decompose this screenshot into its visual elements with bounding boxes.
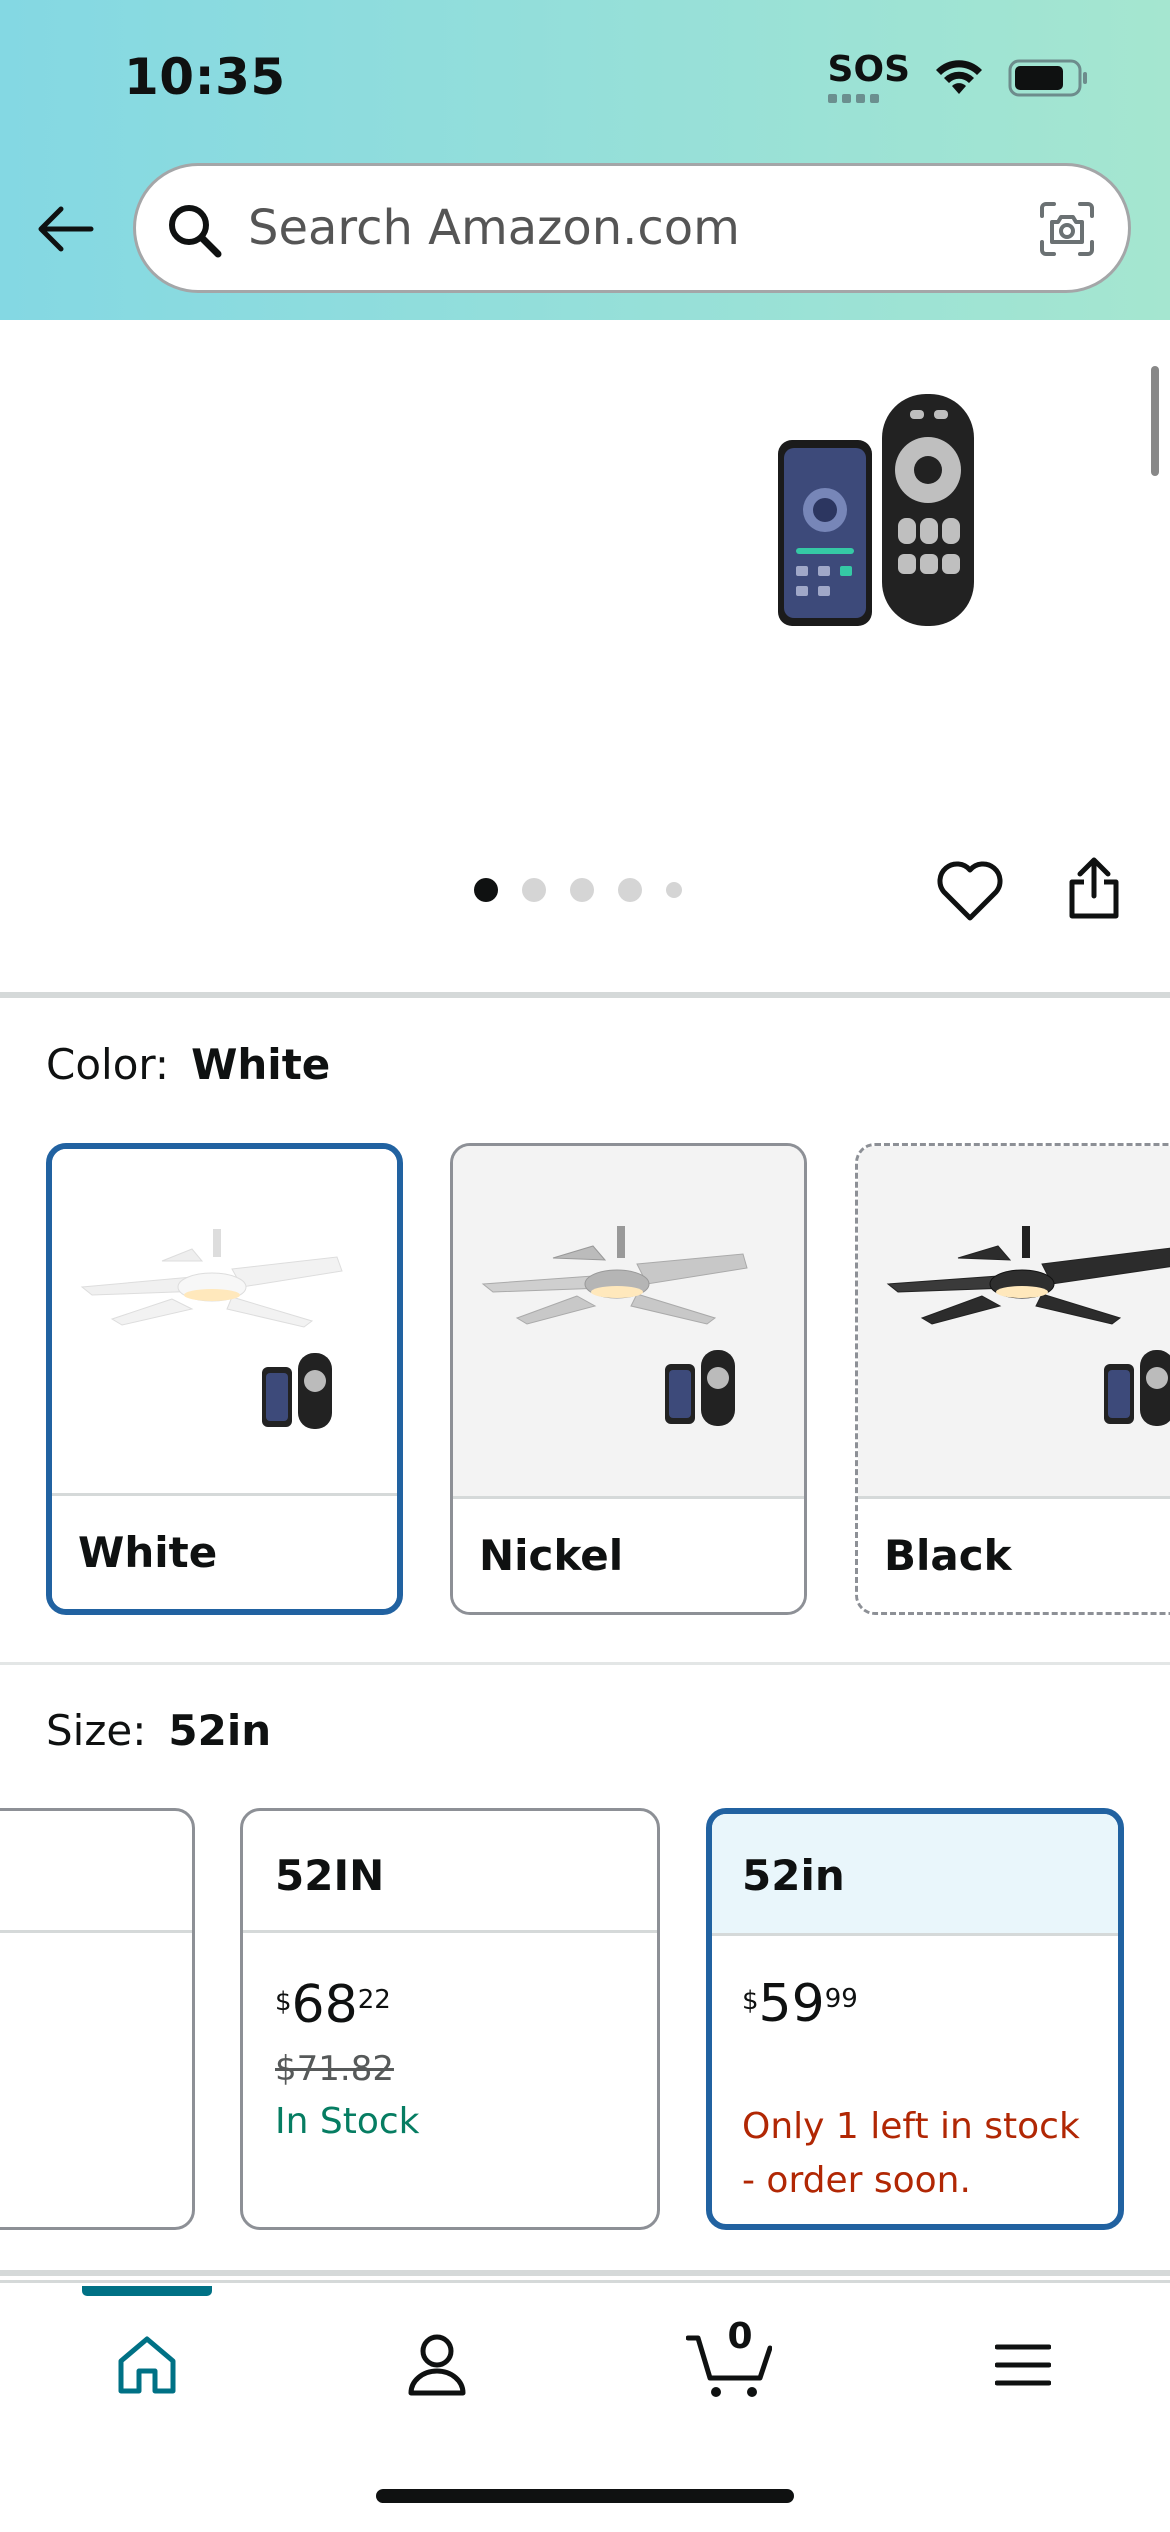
price-symbol: $ [742,1986,759,2016]
section-divider [0,992,1170,998]
color-option-label: Black [884,1531,1012,1580]
product-image[interactable] [770,390,980,630]
list-price: $71.82 [275,2049,394,2089]
tab-menu[interactable] [978,2320,1068,2410]
tab-account[interactable] [392,2320,482,2410]
color-option-image [52,1149,397,1505]
status-time: 10:35 [124,48,286,106]
size-option-header: 52IN [243,1811,657,1933]
color-option-label: White [78,1528,218,1577]
fan-image [481,1226,748,1426]
size-option-52IN[interactable]: 52IN $ 68 22 $71.82 In Stock [240,1808,660,2230]
size-option-name: 52IN [275,1851,385,1900]
color-option-label-area: Nickel [453,1496,804,1612]
wifi-icon [936,59,982,94]
fan-image [886,1226,1170,1426]
size-selected-value: 52in [168,1706,272,1755]
price-fraction: 99 [824,1984,858,2014]
status-icons: SOS [827,49,1090,103]
size-option-partial[interactable] [0,1808,195,2230]
active-tab-indicator [82,2286,212,2296]
size-option-header: 52in [712,1814,1118,1936]
pagination-dot[interactable] [666,882,682,898]
battery-icon [1008,59,1087,96]
color-option-white[interactable]: White [46,1143,403,1615]
stock-status: Only 1 left in stock - order soon. [742,2106,1080,2201]
price-whole: 59 [758,1974,825,2034]
pagination-dot[interactable] [522,878,546,902]
tab-home[interactable] [102,2320,192,2410]
price-fraction: 22 [357,1985,391,2015]
pagination-dot[interactable] [618,878,642,902]
home-icon [118,2336,176,2394]
search-icon [169,205,222,258]
color-selected-value: White [191,1040,331,1089]
color-row-label: Color: White [46,1040,330,1089]
pagination-dot[interactable] [570,878,594,902]
price-whole: 68 [291,1975,358,2035]
cart-count: 0 [727,2316,753,2357]
size-label: Size: [46,1706,147,1755]
section-divider [0,2270,1170,2276]
color-option-nickel[interactable]: Nickel [450,1143,807,1615]
size-option-price: $ 59 99 [742,1978,858,2030]
color-label: Color: [46,1040,170,1089]
heart-icon[interactable] [936,860,1004,924]
account-icon [408,2334,466,2396]
size-row-label: Size: 52in [46,1706,271,1755]
home-indicator [376,2489,794,2503]
size-option-header [0,1811,192,1933]
sos-indicator: SOS [827,49,910,103]
search-input[interactable] [248,166,1008,290]
color-option-image [858,1146,1170,1502]
scrollbar[interactable] [1151,366,1159,476]
camera-search-icon[interactable] [1038,200,1096,258]
image-pagination [474,878,682,902]
fan-image [80,1229,343,1429]
sos-label: SOS [827,49,910,90]
back-button[interactable] [32,196,98,262]
hamburger-menu-icon [995,2344,1051,2386]
color-option-image [453,1146,804,1502]
color-option-label: Nickel [479,1531,624,1580]
price-symbol: $ [275,1987,292,2017]
color-option-label-area: Black [858,1496,1170,1612]
stock-status: In Stock [275,2101,420,2142]
share-icon[interactable] [1066,856,1122,920]
search-bar[interactable] [133,163,1131,293]
size-option-name: 52in [742,1851,845,1900]
back-arrow-icon [38,206,94,252]
pagination-dot[interactable] [474,878,498,902]
size-option-price: $ 68 22 [275,1979,391,2031]
section-divider [0,1662,1170,1665]
size-option-52in[interactable]: 52in $ 59 99 Only 1 left in stock - orde… [706,1808,1124,2230]
color-option-black[interactable]: Black [855,1143,1170,1615]
color-option-label-area: White [52,1493,397,1609]
